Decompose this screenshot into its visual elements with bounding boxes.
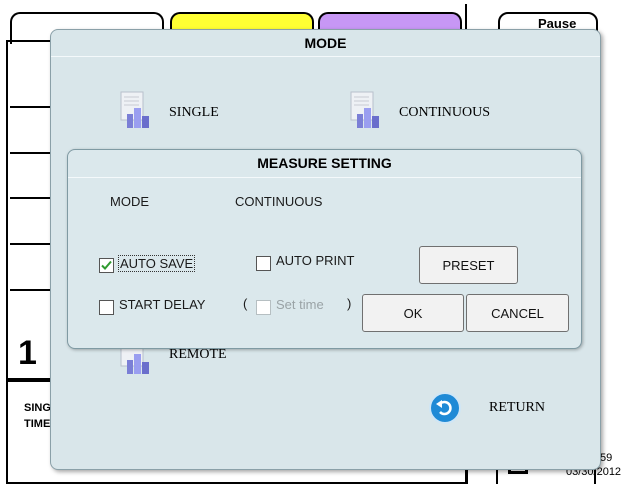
divider bbox=[68, 177, 581, 178]
ok-button[interactable]: OK bbox=[362, 294, 464, 332]
return-label: RETURN bbox=[489, 400, 545, 415]
bar-chart-document-icon bbox=[349, 90, 385, 135]
time-indicator-text: TIME bbox=[24, 418, 51, 430]
auto-print-label[interactable]: AUTO PRINT bbox=[276, 253, 355, 268]
row-divider bbox=[10, 243, 50, 245]
single-mode-button[interactable]: SINGLE bbox=[119, 90, 219, 135]
return-icon bbox=[429, 392, 461, 424]
mode-field-label: MODE bbox=[110, 194, 149, 209]
divider bbox=[51, 56, 600, 57]
checkmark-icon bbox=[101, 260, 112, 270]
paren-open: ( bbox=[243, 296, 248, 311]
set-time-checkbox bbox=[256, 300, 271, 315]
row-divider bbox=[10, 152, 50, 154]
set-time-label: Set time bbox=[276, 297, 324, 312]
mode-dialog-title: MODE bbox=[304, 35, 347, 51]
measure-setting-panel: MEASURE SETTING MODE CONTINUOUS AUTO SAV… bbox=[67, 149, 582, 349]
mode-field-value: CONTINUOUS bbox=[235, 194, 323, 209]
big-digit: 1 bbox=[18, 334, 37, 372]
auto-save-label[interactable]: AUTO SAVE bbox=[117, 255, 196, 272]
row-divider bbox=[10, 106, 50, 108]
continuous-mode-button[interactable]: CONTINUOUS bbox=[349, 90, 490, 135]
auto-print-checkbox[interactable] bbox=[256, 256, 271, 271]
return-button[interactable]: RETURN bbox=[429, 392, 569, 428]
single-mode-label: SINGLE bbox=[169, 104, 219, 120]
continuous-mode-label: CONTINUOUS bbox=[399, 104, 490, 120]
measure-setting-title: MEASURE SETTING bbox=[257, 155, 392, 171]
cancel-button[interactable]: CANCEL bbox=[466, 294, 569, 332]
paren-close: ) bbox=[347, 296, 352, 311]
start-delay-label[interactable]: START DELAY bbox=[119, 297, 205, 312]
preset-button[interactable]: PRESET bbox=[419, 246, 518, 284]
row-divider bbox=[10, 289, 50, 291]
mode-indicator-text: SING bbox=[24, 402, 51, 414]
auto-save-checkbox[interactable] bbox=[99, 258, 114, 273]
bar-chart-document-icon bbox=[119, 90, 155, 135]
start-delay-checkbox[interactable] bbox=[99, 300, 114, 315]
clock-fragment: 59 bbox=[600, 452, 613, 464]
row-divider bbox=[10, 197, 50, 199]
